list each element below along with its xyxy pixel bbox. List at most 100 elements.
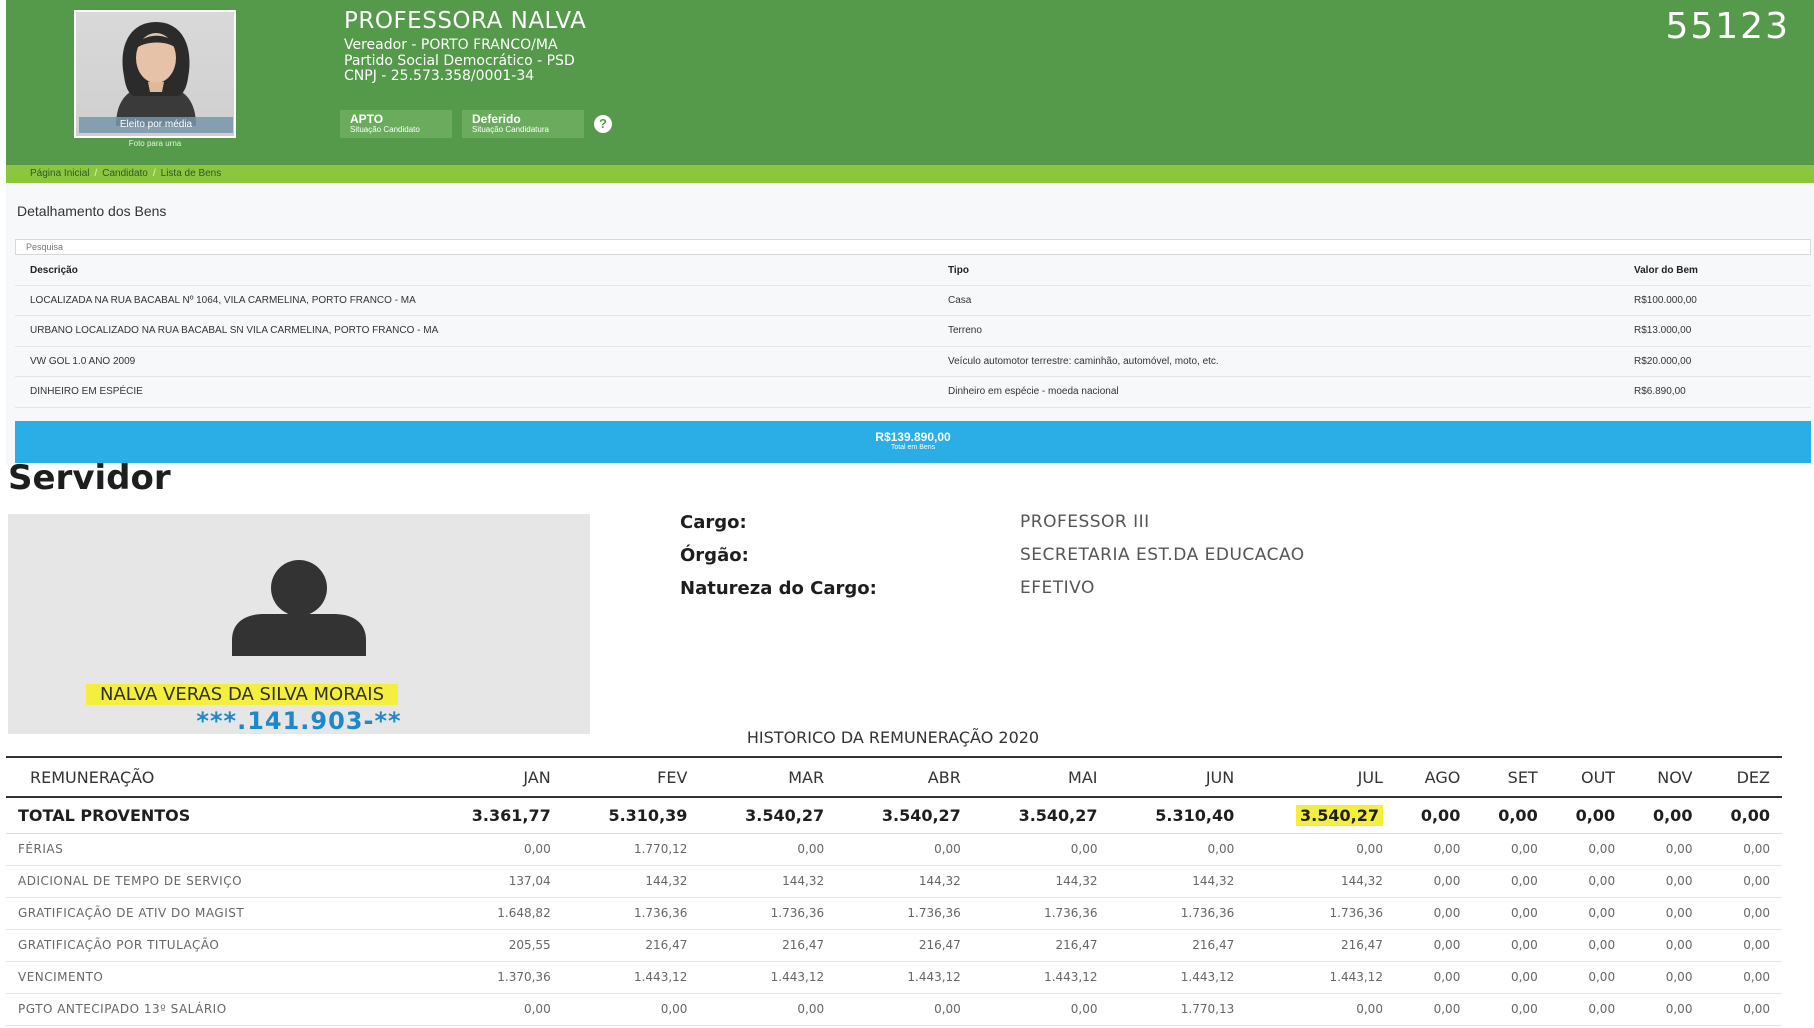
remuneracao-value: 0,00 (1394, 897, 1473, 930)
remuneracao-label: ADICIONAL DE TEMPO DE SERVIÇO (6, 865, 426, 898)
remuneracao-value: 0,00 (1472, 961, 1550, 994)
table-row: GRATIFICAÇÃO POR TITULAÇÃO 205,55 216,47 21… (6, 929, 1782, 962)
bem-descricao: LOCALIZADA NA RUA BACABAL Nº 1064, VILA … (15, 285, 933, 316)
remuneracao-value: 0,00 (1472, 897, 1550, 930)
remuneracao-value: 0,00 (1627, 833, 1705, 866)
natureza-value: EFETIVO (1020, 578, 1095, 598)
remuneracao-value: 1.443,12 (699, 961, 837, 994)
table-row: URBANO LOCALIZADO NA RUA BACABAL SN VILA… (15, 315, 1811, 347)
remuneracao-value: 0,00 (1549, 897, 1628, 930)
remuneracao-value: 0,00 (972, 993, 1110, 1026)
column-header-descricao[interactable]: Descrição (15, 257, 933, 286)
remuneracao-value: 144,32 (1246, 865, 1395, 898)
remuneracao-value: 0,00 (1627, 961, 1705, 994)
photo-subcaption: Foto para urna (128, 139, 182, 148)
table-row: PGTO ANTECIPADO 13º SALÁRIO 0,00 0,00 0,00 0… (6, 993, 1782, 1026)
remuneracao-value: 5.310,40 (1109, 797, 1247, 834)
candidate-cnpj: CNPJ - 25.573.358/0001-34 (344, 68, 535, 84)
remuneracao-value: 0,00 (1549, 929, 1628, 962)
remuneracao-value: 5.310,39 (562, 797, 700, 834)
remuneracao-value: 216,47 (836, 929, 973, 962)
remuneracao-value: 0,00 (836, 993, 973, 1026)
bem-valor: R$6.890,00 (1619, 376, 1811, 408)
remuneracao-value: 0,00 (1246, 833, 1395, 866)
help-icon[interactable]: ? (594, 115, 612, 133)
breadcrumb-lista-bens: Lista de Bens (160, 168, 222, 179)
remuneracao-value: 0,00 (1109, 833, 1247, 866)
remuneracao-value: 0,00 (699, 993, 837, 1026)
remuneracao-value: 0,00 (1549, 865, 1628, 898)
remuneracao-value: 0,00 (1246, 993, 1395, 1026)
column-header-ago: AGO (1394, 756, 1473, 798)
bens-total-value: R$139.890,00 (875, 430, 951, 444)
orgao-value: SECRETARIA EST.DA EDUCACAO (1020, 545, 1305, 565)
bens-header-row: Descrição Tipo Valor do Bem (15, 257, 1811, 286)
bens-total-bar: R$139.890,00 Total em Bens (15, 421, 1811, 463)
remuneracao-value: 0,00 (1704, 897, 1782, 930)
breadcrumb-candidato[interactable]: Candidato (102, 168, 148, 179)
bem-tipo: Terreno (933, 315, 1619, 347)
table-row: FÉRIAS 0,00 1.770,12 0,00 0,00 0,00 0,00 0,00 0,… (6, 833, 1782, 866)
remuneracao-value: 0,00 (1472, 833, 1550, 866)
candidate-name: PROFESSORA NALVA (344, 8, 587, 34)
column-header-mai: MAI (972, 756, 1110, 798)
candidate-header: Eleito por média Foto para urna PROFESSO… (6, 0, 1814, 165)
remuneracao-value: 0,00 (1627, 865, 1705, 898)
remuneracao-value: 144,32 (562, 865, 700, 898)
remuneracao-value: 0,00 (562, 993, 700, 1026)
candidate-photo: Eleito por média (74, 10, 236, 138)
remuneracao-value: 0,00 (1394, 993, 1473, 1026)
table-row: DINHEIRO EM ESPÉCIE Dinheiro em espécie … (15, 376, 1811, 408)
badge-subtitle: Situação Candidatura (472, 125, 549, 134)
bem-tipo: Veículo automotor terrestre: caminhão, a… (933, 346, 1619, 377)
remuneracao-value: 1.443,12 (562, 961, 700, 994)
column-header-dez: DEZ (1704, 756, 1782, 798)
user-avatar-icon (232, 560, 366, 656)
remuneracao-label: GRATIFICAÇÃO POR TITULAÇÃO (6, 929, 426, 962)
servidor-name: NALVA VERAS DA SILVA MORAIS (86, 684, 399, 705)
remuneracao-value: 1.443,12 (1109, 961, 1247, 994)
candidate-portrait-icon (116, 22, 196, 126)
column-header-valor[interactable]: Valor do Bem (1619, 257, 1811, 286)
column-header-abr: ABR (836, 756, 973, 798)
candidate-party: Partido Social Democrático - PSD (344, 53, 575, 69)
cargo-label: Cargo: (680, 512, 747, 533)
table-row: ADICIONAL DE TEMPO DE SERVIÇO 137,04 144,3… (6, 865, 1782, 898)
remuneracao-value: 0,00 (1704, 797, 1782, 834)
remuneracao-value: 0,00 (1704, 833, 1782, 866)
badge-subtitle: Situação Candidato (350, 125, 420, 134)
badge-title: APTO (350, 112, 384, 126)
orgao-label: Órgão: (680, 545, 749, 566)
remuneracao-value: 1.443,12 (972, 961, 1110, 994)
remuneracao-value: 144,32 (836, 865, 973, 898)
remuneracao-value: 0,00 (1394, 961, 1473, 994)
bens-title: Detalhamento dos Bens (17, 203, 167, 219)
remuneracao-value: 3.361,77 (426, 797, 563, 834)
column-header-set: SET (1472, 756, 1550, 798)
bens-search-input[interactable] (15, 239, 1811, 255)
remuneracao-value: 1.770,13 (1109, 993, 1247, 1026)
bem-descricao: VW GOL 1.0 ANO 2009 (15, 346, 933, 377)
remuneracao-value: 0,00 (1549, 833, 1628, 866)
remuneracao-value: 0,00 (1394, 865, 1473, 898)
remuneracao-label: PGTO ANTECIPADO 13º SALÁRIO (6, 993, 426, 1026)
cargo-value: PROFESSOR III (1020, 512, 1150, 532)
remuneracao-value: 1.370,36 (426, 961, 563, 994)
highlighted-cell: 3.540,27 (1246, 797, 1395, 834)
remuneracao-header-row: REMUNERAÇÃO JAN FEV MAR ABR MAI JUN JUL … (6, 756, 1782, 798)
remuneracao-value: 0,00 (1394, 929, 1473, 962)
remuneracao-value: 216,47 (1109, 929, 1247, 962)
remuneracao-value: 0,00 (699, 833, 837, 866)
bem-valor: R$100.000,00 (1619, 285, 1811, 316)
remuneracao-value: 0,00 (1549, 961, 1628, 994)
column-header-tipo[interactable]: Tipo (933, 257, 1619, 286)
bem-valor: R$13.000,00 (1619, 315, 1811, 347)
remuneracao-table: REMUNERAÇÃO JAN FEV MAR ABR MAI JUN JUL … (6, 756, 1782, 1026)
remuneracao-label: FÉRIAS (6, 833, 426, 866)
bens-table: Descrição Tipo Valor do Bem LOCALIZADA N… (15, 257, 1811, 408)
column-header-jun: JUN (1109, 756, 1247, 798)
column-header-remuneracao: REMUNERAÇÃO (6, 756, 426, 798)
remuneracao-value: 1.736,36 (836, 897, 973, 930)
breadcrumb-home[interactable]: Página Inicial (30, 168, 89, 179)
remuneracao-label: VENCIMENTO (6, 961, 426, 994)
